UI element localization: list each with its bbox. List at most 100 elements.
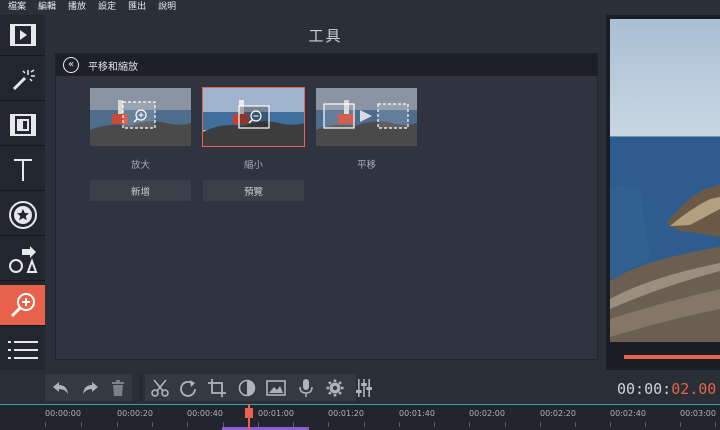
toolbar-divider <box>140 374 142 401</box>
ruler-label: 00:02:00 <box>469 409 505 418</box>
sidebar-item-more[interactable] <box>0 330 45 371</box>
microphone-icon <box>298 378 313 397</box>
sidebar-item-import[interactable] <box>0 15 45 56</box>
crop-icon <box>207 378 226 397</box>
ruler-tick <box>45 422 46 427</box>
shapes-arrow-icon <box>8 246 37 273</box>
ruler-tick <box>645 422 646 427</box>
sidebar-item-callouts[interactable] <box>0 240 45 281</box>
zoom-in-label: 放大 <box>130 160 150 171</box>
undo-button[interactable] <box>47 374 74 401</box>
menu-settings[interactable]: 設定 <box>98 0 116 15</box>
color-adjust-button[interactable] <box>233 374 260 401</box>
ruler-label: 00:03:00 <box>680 409 716 418</box>
pan-label: 平移 <box>356 160 376 171</box>
landscape-thumbnail <box>90 88 191 146</box>
ruler-label: 00:00:40 <box>187 409 223 418</box>
tools-title: 工具 <box>308 27 343 45</box>
ruler-label: 00:02:40 <box>610 409 646 418</box>
zoom-in-preset[interactable] <box>90 88 191 146</box>
ruler-label: 00:01:20 <box>328 409 364 418</box>
image-button[interactable] <box>262 374 289 401</box>
ruler-tick <box>715 422 716 427</box>
split-button[interactable] <box>146 374 173 401</box>
crop-button[interactable] <box>203 374 230 401</box>
timecode-accent: 02.00 <box>671 380 717 398</box>
sidebar-item-transitions[interactable] <box>0 105 45 146</box>
rotate-button[interactable] <box>174 374 201 401</box>
rotate-icon <box>179 379 196 397</box>
text-t-icon <box>13 159 32 181</box>
ruler-label: 00:02:20 <box>540 409 576 418</box>
ruler-tick <box>187 422 188 427</box>
preview-image <box>610 19 720 342</box>
landscape-thumbnail <box>203 88 304 146</box>
menu-bar: 檔案 編輯 播放 設定 匯出 說明 <box>0 0 720 15</box>
timecode-main: 00:00: <box>617 380 672 398</box>
pan-preset[interactable] <box>316 88 417 146</box>
tool-sidebar <box>0 15 45 371</box>
add-button[interactable]: 新增 <box>90 180 191 201</box>
zoom-out-label: 縮小 <box>243 160 263 171</box>
preview-progress <box>624 355 720 359</box>
ruler-tick <box>469 422 470 427</box>
undo-icon <box>52 381 68 394</box>
color-adjust-icon <box>238 379 255 396</box>
magic-wand-icon <box>12 69 35 91</box>
ruler-label: 00:00:20 <box>117 409 153 418</box>
ruler-tick <box>328 422 329 427</box>
playhead-handle[interactable] <box>245 408 253 418</box>
timecode-display: 00:00:02.00 <box>617 380 716 398</box>
tools-panel: 工具 « 平移和縮放 放大 縮小 平移 新增 預覽 <box>45 15 606 370</box>
transition-film-icon <box>9 114 36 136</box>
ruler-label: 00:01:00 <box>258 409 294 418</box>
preview-button[interactable]: 預覽 <box>203 180 304 201</box>
equalizer-icon <box>355 378 372 397</box>
film-play-icon <box>9 24 36 46</box>
menu-export[interactable]: 匯出 <box>128 0 146 15</box>
star-sticker-icon <box>8 201 37 229</box>
zoom-out-preset[interactable] <box>202 87 305 147</box>
landscape-thumbnail <box>316 88 417 146</box>
sidebar-item-filters[interactable] <box>0 60 45 101</box>
trash-icon <box>111 379 124 396</box>
ruler-tick <box>152 422 153 427</box>
ruler-tick <box>575 422 576 427</box>
timeline-ruler[interactable]: 00:00:00 00:00:20 00:00:40 00:01:00 00:0… <box>0 404 720 430</box>
pan-zoom-panel: « 平移和縮放 放大 縮小 平移 新增 預覽 <box>55 53 598 360</box>
sidebar-item-stickers[interactable] <box>0 195 45 236</box>
zoom-in-icon <box>10 293 35 318</box>
panel-title: 平移和縮放 <box>88 61 138 73</box>
ruler-tick <box>610 422 611 427</box>
clip-settings-button[interactable] <box>321 374 348 401</box>
sidebar-item-titles[interactable] <box>0 150 45 191</box>
redo-button[interactable] <box>76 374 103 401</box>
ruler-tick <box>364 422 365 427</box>
record-audio-button[interactable] <box>292 374 319 401</box>
sidebar-item-zoom-pan[interactable] <box>0 285 45 326</box>
image-icon <box>265 379 286 396</box>
ruler-tick <box>81 422 82 427</box>
edit-toolbar <box>0 370 720 404</box>
ruler-tick <box>434 422 435 427</box>
equalizer-button[interactable] <box>350 374 377 401</box>
ruler-tick <box>399 422 400 427</box>
gear-icon <box>326 379 343 396</box>
pan-zoom-header: « 平移和縮放 <box>56 54 597 76</box>
ruler-label: 00:01:40 <box>399 409 435 418</box>
video-preview[interactable] <box>610 19 720 342</box>
menu-help[interactable]: 說明 <box>158 0 176 15</box>
ruler-tick <box>117 422 118 427</box>
ruler-tick <box>680 422 681 427</box>
delete-button[interactable] <box>104 374 131 401</box>
menu-lines-icon <box>7 341 38 359</box>
menu-file[interactable]: 檔案 <box>8 0 26 15</box>
ruler-tick <box>540 422 541 427</box>
menu-playback[interactable]: 播放 <box>68 0 86 15</box>
menu-edit[interactable]: 編輯 <box>38 0 56 15</box>
back-icon[interactable]: « <box>63 57 79 73</box>
ruler-label: 00:00:00 <box>45 409 81 418</box>
redo-icon <box>82 381 98 394</box>
ruler-tick <box>505 422 506 427</box>
scissors-icon <box>150 378 169 397</box>
